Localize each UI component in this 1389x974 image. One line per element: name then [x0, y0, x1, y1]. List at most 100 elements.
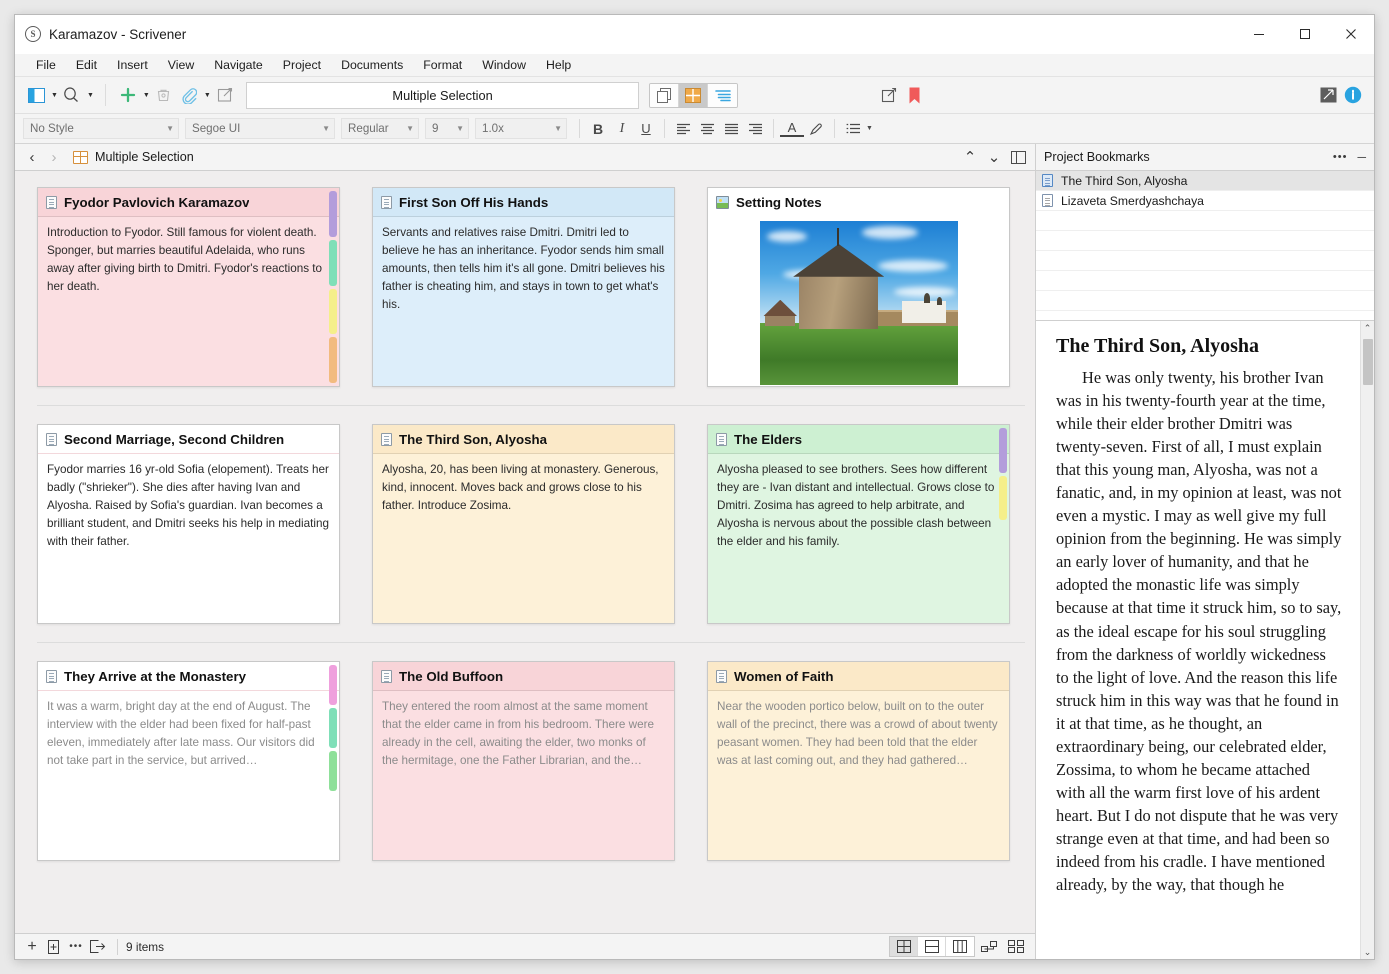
- menu-file[interactable]: File: [27, 56, 65, 74]
- index-card[interactable]: Second Marriage, Second Children Fyodor …: [37, 424, 340, 624]
- menu-view[interactable]: View: [159, 56, 203, 74]
- document-title-field[interactable]: Multiple Selection: [245, 81, 640, 109]
- menu-navigate[interactable]: Navigate: [205, 56, 272, 74]
- card-image-wrap: [708, 217, 1009, 391]
- bookmark-item[interactable]: Lizaveta Smerdyashchaya: [1036, 191, 1374, 211]
- trash-icon[interactable]: [153, 82, 175, 108]
- card-title: Women of Faith: [734, 668, 834, 684]
- card-header: Fyodor Pavlovich Karamazov: [38, 188, 339, 217]
- preview-doc-title: The Third Son, Alyosha: [1056, 335, 1260, 357]
- align-justify-icon[interactable]: [719, 118, 743, 140]
- index-card[interactable]: They Arrive at the Monastery It was a wa…: [37, 661, 340, 861]
- back-button[interactable]: ‹: [21, 146, 43, 168]
- add-item-icon[interactable]: +: [21, 937, 43, 957]
- search-icon[interactable]: [61, 82, 83, 108]
- scrollbar-thumb[interactable]: [1363, 339, 1373, 385]
- card-synopsis: They entered the room almost at the same…: [382, 700, 654, 767]
- menu-help[interactable]: Help: [537, 56, 580, 74]
- menu-format[interactable]: Format: [414, 56, 471, 74]
- bookmark-list[interactable]: The Third Son, Alyosha Lizaveta Smerdyas…: [1036, 171, 1374, 321]
- toolbar-divider: [104, 84, 106, 106]
- inspector-options-icon[interactable]: •••: [1333, 151, 1348, 163]
- index-card[interactable]: The Elders Alyosha pleased to see brothe…: [707, 424, 1010, 624]
- go-previous-icon[interactable]: ⌃: [959, 146, 981, 168]
- go-next-icon[interactable]: ⌄: [983, 146, 1005, 168]
- index-card[interactable]: The Old Buffoon They entered the room al…: [372, 661, 675, 861]
- italic-button[interactable]: I: [610, 118, 634, 140]
- more-options-icon[interactable]: •••: [65, 937, 87, 957]
- corkboard[interactable]: Fyodor Pavlovich Karamazov Introduction …: [15, 171, 1035, 933]
- line-spacing-select[interactable]: 1.0x ▼: [475, 118, 567, 139]
- bookmark-item-empty[interactable]: [1036, 231, 1374, 251]
- add-chevron-down-icon[interactable]: ▼: [143, 92, 150, 99]
- bookmark-item[interactable]: The Third Son, Alyosha: [1036, 171, 1374, 191]
- list-chevron-down-icon[interactable]: ▼: [866, 125, 873, 132]
- scroll-up-icon[interactable]: ⌃: [1364, 321, 1372, 335]
- card-title: The Elders: [734, 431, 802, 447]
- menu-project[interactable]: Project: [274, 56, 330, 74]
- index-card[interactable]: The Third Son, Alyosha Alyosha, 20, has …: [372, 424, 675, 624]
- add-new-icon[interactable]: [117, 82, 139, 108]
- bookmark-item-empty[interactable]: [1036, 271, 1374, 291]
- font-size-select[interactable]: 9 ▼: [425, 118, 469, 139]
- scroll-down-icon[interactable]: ⌄: [1364, 945, 1372, 959]
- forward-button[interactable]: ›: [43, 146, 65, 168]
- scrivener-window: S Karamazov - Scrivener File Edit Insert…: [14, 14, 1375, 960]
- font-weight-select[interactable]: Regular ▼: [341, 118, 419, 139]
- scrivener-s-icon: S: [25, 26, 41, 42]
- minimize-button[interactable]: [1236, 15, 1282, 53]
- menu-insert[interactable]: Insert: [108, 56, 157, 74]
- list-icon[interactable]: [841, 118, 865, 140]
- style-select[interactable]: No Style ▼: [23, 118, 179, 139]
- document-icon: [381, 432, 392, 446]
- view-outliner-button[interactable]: [708, 83, 738, 107]
- highlight-icon[interactable]: [804, 118, 828, 140]
- binder-chevron-down-icon[interactable]: ▼: [51, 92, 58, 99]
- quick-reference-icon[interactable]: [878, 82, 900, 108]
- toggle-binder-icon[interactable]: [25, 82, 47, 108]
- view-corkboard-button[interactable]: [679, 83, 709, 107]
- view-scrivenings-button[interactable]: [650, 83, 680, 107]
- font-family-select[interactable]: Segoe UI ▼: [185, 118, 335, 139]
- freeform-button[interactable]: [976, 937, 1002, 957]
- align-right-icon[interactable]: [743, 118, 767, 140]
- search-chevron-down-icon[interactable]: ▼: [87, 92, 94, 99]
- menu-window[interactable]: Window: [473, 56, 535, 74]
- bold-button[interactable]: B: [586, 118, 610, 140]
- bookmark-item-empty[interactable]: [1036, 211, 1374, 231]
- attach-reference-icon[interactable]: [178, 82, 200, 108]
- inspector-minimize-icon[interactable]: ─: [1357, 150, 1366, 164]
- layout-columns-button[interactable]: [946, 937, 974, 956]
- composition-mode-icon[interactable]: [1317, 82, 1339, 108]
- index-card[interactable]: Women of Faith Near the wooden portico b…: [707, 661, 1010, 861]
- font-color-button[interactable]: A: [780, 120, 804, 137]
- menu-edit[interactable]: Edit: [67, 56, 106, 74]
- split-editor-icon[interactable]: [1007, 146, 1029, 168]
- bookmark-icon[interactable]: [903, 82, 925, 108]
- menu-documents[interactable]: Documents: [332, 56, 412, 74]
- layout-grid-button[interactable]: [890, 937, 918, 956]
- document-title-text: Multiple Selection: [392, 87, 493, 103]
- underline-button[interactable]: U: [634, 118, 658, 140]
- font-size-value: 9: [432, 122, 439, 135]
- close-button[interactable]: [1328, 15, 1374, 53]
- index-card[interactable]: Setting Notes: [707, 187, 1010, 387]
- layout-rows-button[interactable]: [918, 937, 946, 956]
- maximize-button[interactable]: [1282, 15, 1328, 53]
- font-weight-value: Regular: [348, 122, 389, 135]
- index-card[interactable]: Fyodor Pavlovich Karamazov Introduction …: [37, 187, 340, 387]
- card-header: The Old Buffoon: [373, 662, 674, 691]
- corkboard-row: Second Marriage, Second Children Fyodor …: [37, 424, 1025, 643]
- inspector-info-icon[interactable]: [1342, 82, 1364, 108]
- index-card[interactable]: First Son Off His Hands Servants and rel…: [372, 187, 675, 387]
- labels-button[interactable]: [1003, 937, 1029, 957]
- preview-scrollbar[interactable]: ⌃ ⌄: [1360, 321, 1374, 959]
- bookmark-item-empty[interactable]: [1036, 291, 1374, 311]
- compose-mode-icon[interactable]: [214, 82, 236, 108]
- attach-chevron-down-icon[interactable]: ▼: [204, 92, 211, 99]
- bookmark-item-empty[interactable]: [1036, 251, 1374, 271]
- align-left-icon[interactable]: [671, 118, 695, 140]
- align-center-icon[interactable]: [695, 118, 719, 140]
- add-folder-icon[interactable]: [43, 937, 65, 957]
- move-to-icon[interactable]: [87, 937, 109, 957]
